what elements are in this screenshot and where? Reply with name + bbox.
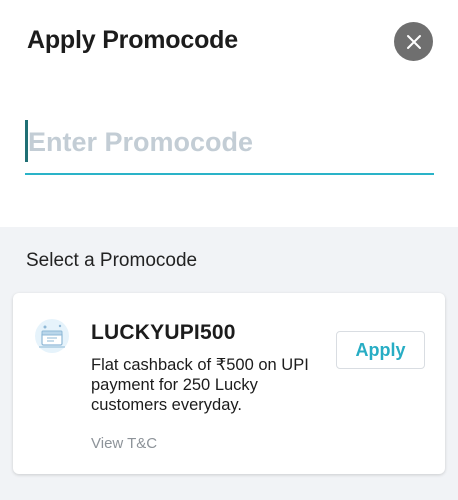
promocode-sheet: Apply Promocode Select a Promocode xyxy=(0,0,458,500)
coupon-icon xyxy=(35,319,69,353)
promocode-entry-section: Apply Promocode xyxy=(0,0,458,227)
promocode-name: LUCKYUPI500 xyxy=(91,321,236,344)
section-title: Select a Promocode xyxy=(26,250,198,271)
page-title: Apply Promocode xyxy=(27,26,238,54)
promocode-input[interactable] xyxy=(28,114,432,170)
view-terms-link[interactable]: View T&C xyxy=(91,435,157,452)
promocode-list-section: Select a Promocode LUCKYUPI500 Apply Fla… xyxy=(0,227,458,500)
apply-button[interactable]: Apply xyxy=(336,331,425,369)
close-button[interactable] xyxy=(394,22,433,61)
promocode-card: LUCKYUPI500 Apply Flat cashback of ₹500 … xyxy=(13,293,445,474)
close-icon xyxy=(406,34,421,49)
promocode-field[interactable] xyxy=(25,114,434,175)
promocode-description: Flat cashback of ₹500 on UPI payment for… xyxy=(91,356,309,414)
